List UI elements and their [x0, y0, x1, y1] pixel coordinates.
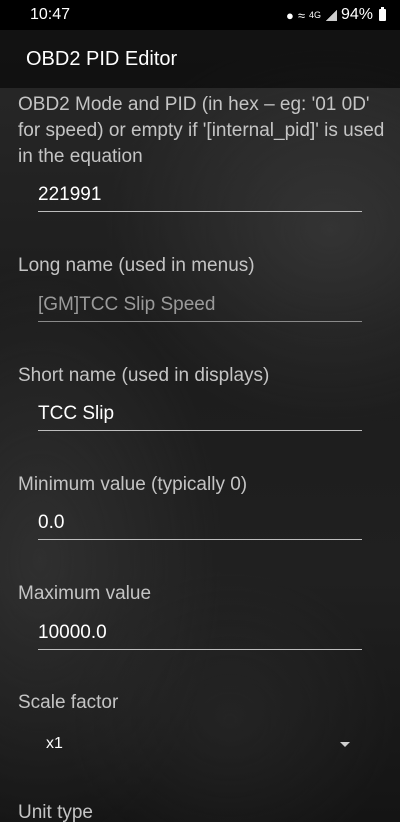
wifi-icon: ≈: [297, 7, 305, 23]
page-title: OBD2 PID Editor: [26, 47, 178, 70]
max-value-label: Maximum value: [18, 583, 152, 604]
battery-icon: [379, 7, 386, 21]
network-type: 4G: [308, 10, 321, 20]
scale-factor-label: Scale factor: [18, 692, 119, 713]
min-value-label: Minimum value (typically 0): [18, 474, 248, 495]
chevron-down-icon: [340, 741, 350, 747]
min-value-input[interactable]: 0.0: [38, 508, 362, 540]
scale-factor-select[interactable]: x1: [46, 727, 350, 761]
location-icon: ●: [285, 7, 294, 23]
scale-factor-value: x1: [46, 735, 63, 752]
status-bar: 10:47 ● ≈ 4G 94%: [0, 0, 400, 30]
max-value-input[interactable]: 10000.0: [38, 618, 362, 650]
unit-type-label: Unit type: [18, 802, 93, 822]
long-name-input[interactable]: [GM]TCC Slip Speed: [38, 290, 362, 322]
long-name-label: Long name (used in menus): [18, 255, 255, 276]
signal-icon: [324, 9, 337, 21]
short-name-input[interactable]: TCC Slip: [38, 399, 362, 431]
short-name-label: Short name (used in displays): [18, 365, 270, 386]
pid-label: OBD2 Mode and PID (in hex – eg: '01 0D' …: [18, 94, 385, 167]
status-icons: ● ≈ 4G 94%: [286, 6, 386, 24]
battery-percent: 94%: [340, 6, 373, 23]
status-time: 10:47: [30, 6, 71, 23]
pid-input[interactable]: 221991: [38, 180, 362, 212]
app-bar: OBD2 PID Editor: [0, 30, 400, 88]
